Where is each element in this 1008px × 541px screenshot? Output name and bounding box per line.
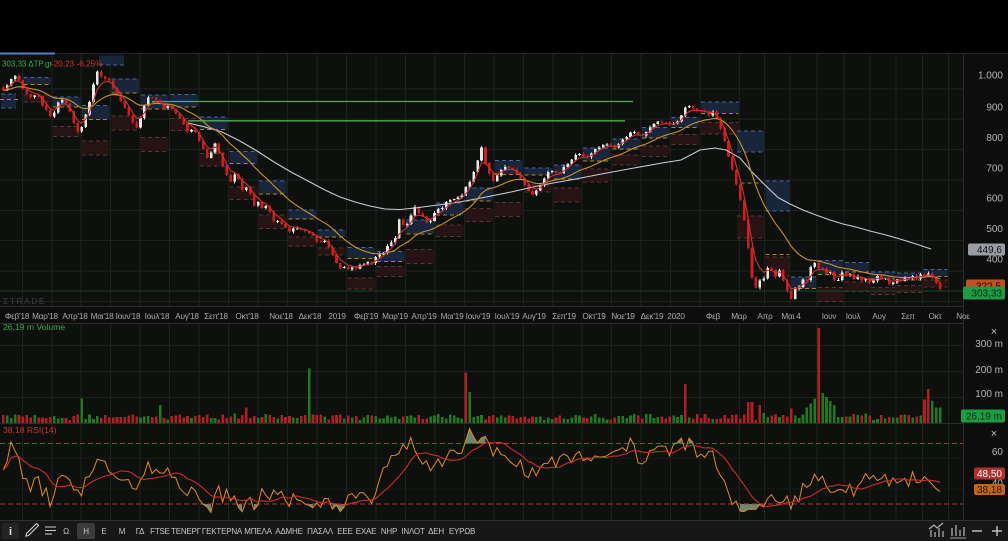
- svg-text:400: 400: [986, 255, 1003, 266]
- svg-text:200 m: 200 m: [975, 365, 1003, 376]
- svg-text:ΕΧΑΕ: ΕΧΑΕ: [356, 527, 377, 536]
- svg-text:Οκτ'18: Οκτ'18: [235, 312, 259, 321]
- svg-text:×: ×: [991, 326, 997, 338]
- svg-text:26,19 m Volume: 26,19 m Volume: [3, 322, 65, 332]
- svg-text:800: 800: [986, 133, 1003, 144]
- svg-text:303,33 ΔTP.gr: 303,33 ΔTP.gr: [2, 60, 52, 69]
- svg-text:Φεβ: Φεβ: [706, 312, 721, 321]
- svg-text:Νοε'19: Νοε'19: [611, 312, 635, 321]
- svg-text:Δεκ'19: Δεκ'19: [641, 312, 664, 321]
- svg-text:Μ: Μ: [119, 527, 126, 536]
- svg-text:-20,23 -6,25%: -20,23 -6,25%: [51, 60, 102, 69]
- svg-text:Αυγ: Αυγ: [872, 312, 887, 321]
- svg-text:500: 500: [986, 224, 1003, 235]
- svg-text:38,18 RSI(14): 38,18 RSI(14): [3, 425, 57, 435]
- svg-text:Απρ'19: Απρ'19: [411, 312, 437, 321]
- svg-text:FTSE: FTSE: [150, 527, 170, 536]
- svg-text:ΓΕΚΤΕΡΝΑ: ΓΕΚΤΕΡΝΑ: [202, 527, 243, 536]
- svg-text:Ιουλ'19: Ιουλ'19: [495, 312, 520, 321]
- svg-text:Μαι'19: Μαι'19: [441, 312, 464, 321]
- svg-text:Ε: Ε: [101, 527, 106, 536]
- svg-text:Φεβ'19: Φεβ'19: [354, 312, 379, 321]
- svg-text:Η: Η: [83, 527, 89, 536]
- svg-text:Μαρ'19: Μαρ'19: [382, 312, 408, 321]
- svg-text:26,19 m: 26,19 m: [966, 412, 1002, 423]
- svg-text:Οκτ'19: Οκτ'19: [582, 312, 606, 321]
- svg-text:2020: 2020: [667, 312, 685, 321]
- svg-text:Αυγ'19: Αυγ'19: [522, 312, 546, 321]
- svg-text:Μαρ: Μαρ: [731, 312, 747, 321]
- svg-text:Σεπ'18: Σεπ'18: [204, 312, 228, 321]
- svg-text:ΕΕΕ: ΕΕΕ: [337, 527, 352, 536]
- svg-text:1.000: 1.000: [978, 71, 1003, 82]
- svg-text:Μαρ'18: Μαρ'18: [32, 312, 58, 321]
- svg-text:Φεβ'18: Φεβ'18: [5, 312, 30, 321]
- svg-text:Νοε'18: Νοε'18: [269, 312, 293, 321]
- svg-text:Απρ: Απρ: [757, 312, 773, 321]
- svg-text:Σεπ'19: Σεπ'19: [552, 312, 576, 321]
- svg-text:38,18: 38,18: [977, 485, 1002, 496]
- svg-text:ΤΕΝΕΡΓ: ΤΕΝΕΡΓ: [171, 527, 202, 536]
- svg-text:449,6: 449,6: [977, 245, 1002, 256]
- svg-text:Απρ'18: Απρ'18: [62, 312, 88, 321]
- svg-text:300 m: 300 m: [975, 339, 1003, 350]
- svg-text:ΕΥΡΩΒ: ΕΥΡΩΒ: [449, 527, 475, 536]
- svg-text:Ιουλ: Ιουλ: [846, 312, 862, 321]
- svg-text:ΑΔΜΗΕ: ΑΔΜΗΕ: [275, 527, 302, 536]
- svg-text:Σεπ: Σεπ: [901, 312, 915, 321]
- svg-text:100 m: 100 m: [975, 389, 1003, 400]
- svg-text:Ιουν: Ιουν: [822, 312, 837, 321]
- svg-text:×: ×: [991, 428, 997, 440]
- svg-text:ΣTRADE: ΣTRADE: [3, 296, 46, 306]
- svg-text:Ιουν'18: Ιουν'18: [116, 312, 141, 321]
- svg-text:2019: 2019: [328, 312, 346, 321]
- svg-text:900: 900: [986, 102, 1003, 113]
- svg-text:Ω: Ω: [63, 527, 69, 536]
- svg-text:Μαι'18: Μαι'18: [91, 312, 114, 321]
- svg-text:Δεκ'18: Δεκ'18: [299, 312, 322, 321]
- svg-text:Αυγ'18: Αυγ'18: [175, 312, 199, 321]
- svg-text:48,50: 48,50: [977, 469, 1002, 480]
- svg-text:Οκτ: Οκτ: [928, 312, 942, 321]
- svg-text:Νοε: Νοε: [956, 312, 970, 321]
- svg-text:60: 60: [992, 447, 1004, 458]
- svg-text:i: i: [9, 526, 12, 538]
- svg-text:ΙΝΛΟΤ: ΙΝΛΟΤ: [401, 527, 425, 536]
- svg-text:ΓΔ: ΓΔ: [136, 527, 145, 536]
- svg-text:Ιουλ'18: Ιουλ'18: [145, 312, 170, 321]
- svg-text:600: 600: [986, 194, 1003, 205]
- svg-text:Ιουν'19: Ιουν'19: [466, 312, 491, 321]
- svg-text:ΜΠΕΛΑ: ΜΠΕΛΑ: [244, 527, 272, 536]
- svg-text:303,33: 303,33: [971, 289, 1002, 300]
- svg-text:ΔΕΗ: ΔΕΗ: [428, 527, 444, 536]
- svg-text:ΠΑΣΑΛ: ΠΑΣΑΛ: [307, 527, 334, 536]
- svg-text:700: 700: [986, 164, 1003, 175]
- svg-text:Μαι 4: Μαι 4: [781, 312, 801, 321]
- svg-text:ΝΗΡ: ΝΗΡ: [381, 527, 397, 536]
